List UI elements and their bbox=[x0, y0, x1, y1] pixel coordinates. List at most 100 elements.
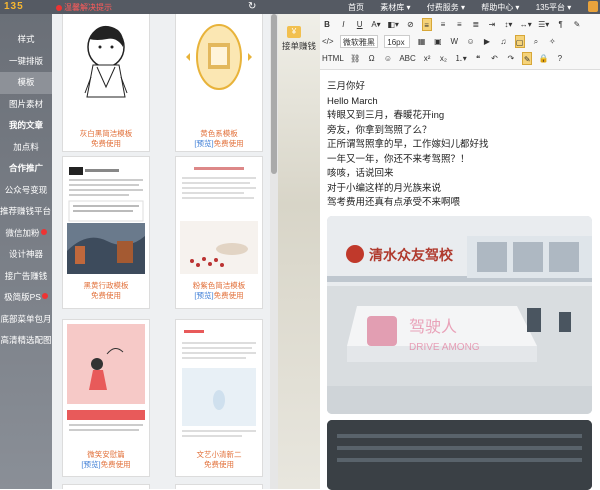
article-line[interactable]: 对于小编这样的月光族来说 bbox=[327, 182, 600, 197]
sidebar-item-extras[interactable]: 加点料 bbox=[0, 137, 52, 159]
coin-icon[interactable]: ¥ bbox=[287, 26, 301, 38]
indent-icon[interactable]: ⇥ bbox=[487, 18, 497, 31]
preview-link[interactable]: [预览] bbox=[81, 460, 100, 469]
article-line[interactable]: 转眼又到三月，春暖花开ing bbox=[327, 109, 600, 124]
font-size-select[interactable]: 16px bbox=[384, 35, 411, 48]
article-line[interactable]: 正所谓驾照拿的早，工作嫁妇儿都好找 bbox=[327, 138, 600, 153]
template-title[interactable]: 黑黄行政模板 bbox=[63, 281, 149, 291]
sidebar-item-my-articles[interactable]: 我的文章 bbox=[0, 115, 52, 137]
code-icon[interactable]: </> bbox=[322, 35, 334, 48]
sidebar-item-referral[interactable]: 推荐赚钱平台 bbox=[0, 201, 52, 223]
align-justify-icon[interactable]: ≣ bbox=[471, 18, 481, 31]
special-char-icon[interactable]: Ω bbox=[367, 52, 377, 65]
use-free-link[interactable]: 免费使用 bbox=[101, 460, 131, 469]
template-card[interactable]: 文艺小清新二 免费使用 bbox=[175, 319, 263, 477]
gallery-scrollbar[interactable] bbox=[270, 14, 278, 489]
letter-spacing-icon[interactable]: ↔▾ bbox=[520, 18, 532, 31]
use-free-link[interactable]: 免费使用 bbox=[63, 139, 149, 149]
clear-format-icon[interactable]: ⊘ bbox=[405, 18, 415, 31]
template-title[interactable]: 粉紫色简洁模板 bbox=[176, 281, 262, 291]
align-left-icon[interactable]: ≡ bbox=[421, 18, 432, 31]
list-icon[interactable]: ☰▾ bbox=[538, 18, 549, 31]
template-title[interactable]: 文艺小清新二 bbox=[176, 450, 262, 460]
music-icon[interactable]: ♫ bbox=[498, 35, 508, 48]
use-free-link[interactable]: 免费使用 bbox=[214, 139, 244, 148]
video-icon[interactable]: ▶ bbox=[482, 35, 492, 48]
superscript-icon[interactable]: x² bbox=[422, 52, 432, 65]
template-card[interactable]: 黑黄行政模板 免费使用 bbox=[62, 156, 150, 309]
font-family-select[interactable]: 微软雅黑 bbox=[339, 35, 378, 48]
italic-button[interactable]: I bbox=[338, 18, 348, 31]
sidebar-item-wechat-fans[interactable]: 微信加粉 bbox=[0, 223, 52, 245]
logo[interactable]: 135 bbox=[4, 1, 42, 13]
search-icon[interactable]: ⌕ bbox=[531, 35, 541, 48]
bold-button[interactable]: B bbox=[322, 18, 332, 31]
refresh-icon[interactable]: ↻ bbox=[248, 1, 256, 12]
sidebar-item-mini-ps[interactable]: 极简版PS bbox=[0, 287, 52, 309]
article-line[interactable]: 驾考费用还真有点承受不来啊喂 bbox=[327, 196, 600, 211]
background-color-button[interactable]: ◧▾ bbox=[387, 18, 399, 31]
emoji-icon[interactable]: ☺ bbox=[466, 35, 476, 48]
sidebar-item-styles[interactable]: 样式 bbox=[0, 29, 52, 51]
text-color-button[interactable]: A▾ bbox=[371, 18, 381, 31]
template-title[interactable]: 微笑安慰篇 bbox=[63, 450, 149, 460]
user-avatar[interactable] bbox=[588, 1, 598, 12]
sidebar-item-monetize[interactable]: 公众号变现 bbox=[0, 180, 52, 202]
nav-help[interactable]: 帮助中心 ▾ bbox=[481, 2, 519, 13]
magic-icon[interactable]: ✧ bbox=[547, 35, 557, 48]
use-free-link[interactable]: 免费使用 bbox=[214, 291, 244, 300]
word-import-icon[interactable]: W bbox=[449, 35, 459, 48]
sidebar-item-images[interactable]: 图片素材 bbox=[0, 94, 52, 116]
template-card[interactable] bbox=[62, 484, 150, 489]
sidebar-item-ads[interactable]: 接广告赚钱 bbox=[0, 266, 52, 288]
preview-link[interactable]: [预览] bbox=[194, 139, 213, 148]
preview-link[interactable]: [预览] bbox=[194, 291, 213, 300]
article-photo[interactable] bbox=[327, 420, 592, 490]
nav-paid[interactable]: 付费服务 ▾ bbox=[427, 2, 465, 13]
align-right-icon[interactable]: ≡ bbox=[454, 18, 464, 31]
table-icon[interactable]: ▦ bbox=[417, 35, 427, 48]
redo-icon[interactable]: ↷ bbox=[506, 52, 516, 65]
sidebar-item-bottom-menu[interactable]: 底部菜单包月 bbox=[0, 309, 52, 331]
article-line[interactable]: Hello March bbox=[327, 95, 600, 110]
underline-button[interactable]: U bbox=[355, 18, 365, 31]
earn-label[interactable]: 接单赚钱 bbox=[278, 40, 320, 52]
sidebar-item-design[interactable]: 设计神器 bbox=[0, 244, 52, 266]
ordered-list-icon[interactable]: ⒈▾ bbox=[455, 52, 467, 65]
line-spacing-icon[interactable]: ↕▾ bbox=[503, 18, 513, 31]
strikethrough-button[interactable]: ABC bbox=[399, 52, 415, 65]
nav-materials[interactable]: 素材库 ▾ bbox=[380, 2, 410, 13]
link-icon[interactable]: ⛓ bbox=[350, 52, 360, 65]
scrollbar-thumb[interactable] bbox=[271, 14, 277, 174]
article-line[interactable]: 三月你好 bbox=[327, 80, 600, 95]
template-card[interactable]: 微笑安慰篇 [预览]免费使用 bbox=[62, 319, 150, 477]
template-card[interactable]: 粉紫色简洁模板 [预览]免费使用 bbox=[175, 156, 263, 309]
use-free-link[interactable]: 免费使用 bbox=[63, 291, 149, 301]
sidebar-item-templates[interactable]: 模板 bbox=[0, 72, 52, 94]
warning-link[interactable]: 温馨解决提示 bbox=[56, 2, 112, 13]
help-icon[interactable]: ? bbox=[555, 52, 565, 65]
template-title[interactable]: 灰白黑简洁模板 bbox=[63, 129, 149, 139]
blockquote-icon[interactable]: ❝ bbox=[473, 52, 483, 65]
paragraph-icon[interactable]: ¶ bbox=[556, 18, 566, 31]
align-center-icon[interactable]: ≡ bbox=[438, 18, 448, 31]
image-icon[interactable]: ▣ bbox=[433, 35, 443, 48]
template-card[interactable] bbox=[175, 484, 263, 489]
template-title[interactable]: 黄色系模板 bbox=[176, 129, 262, 139]
undo-icon[interactable]: ↶ bbox=[490, 52, 500, 65]
sidebar-item-hd-images[interactable]: 高清精选配图 bbox=[0, 330, 52, 352]
preview-icon[interactable]: ▢ bbox=[514, 35, 525, 48]
use-free-link[interactable]: 免费使用 bbox=[176, 460, 262, 470]
article-line[interactable]: 旁友，你拿到驾照了么？ bbox=[327, 124, 600, 139]
subscript-icon[interactable]: x₂ bbox=[438, 52, 448, 65]
format-brush-icon[interactable]: ✎ bbox=[572, 18, 582, 31]
article-photo[interactable]: 清水众友驾校 驾驶人 DRIVE AMONG bbox=[327, 216, 592, 414]
lock-icon[interactable]: 🔒 bbox=[539, 52, 549, 65]
emotion-icon[interactable]: ☺ bbox=[383, 52, 393, 65]
nav-platform[interactable]: 135平台 ▾ bbox=[536, 2, 572, 13]
brush-icon[interactable]: ✎ bbox=[522, 52, 533, 65]
sidebar-item-cooperation[interactable]: 合作推广 bbox=[0, 158, 52, 180]
editor-content[interactable]: 三月你好 Hello March 转眼又到三月，春暖花开ing 旁友，你拿到驾照… bbox=[320, 70, 600, 490]
html-icon[interactable]: HTML bbox=[322, 52, 344, 65]
article-line[interactable]: 一年又一年，你还不来考驾照？！ bbox=[327, 153, 600, 168]
